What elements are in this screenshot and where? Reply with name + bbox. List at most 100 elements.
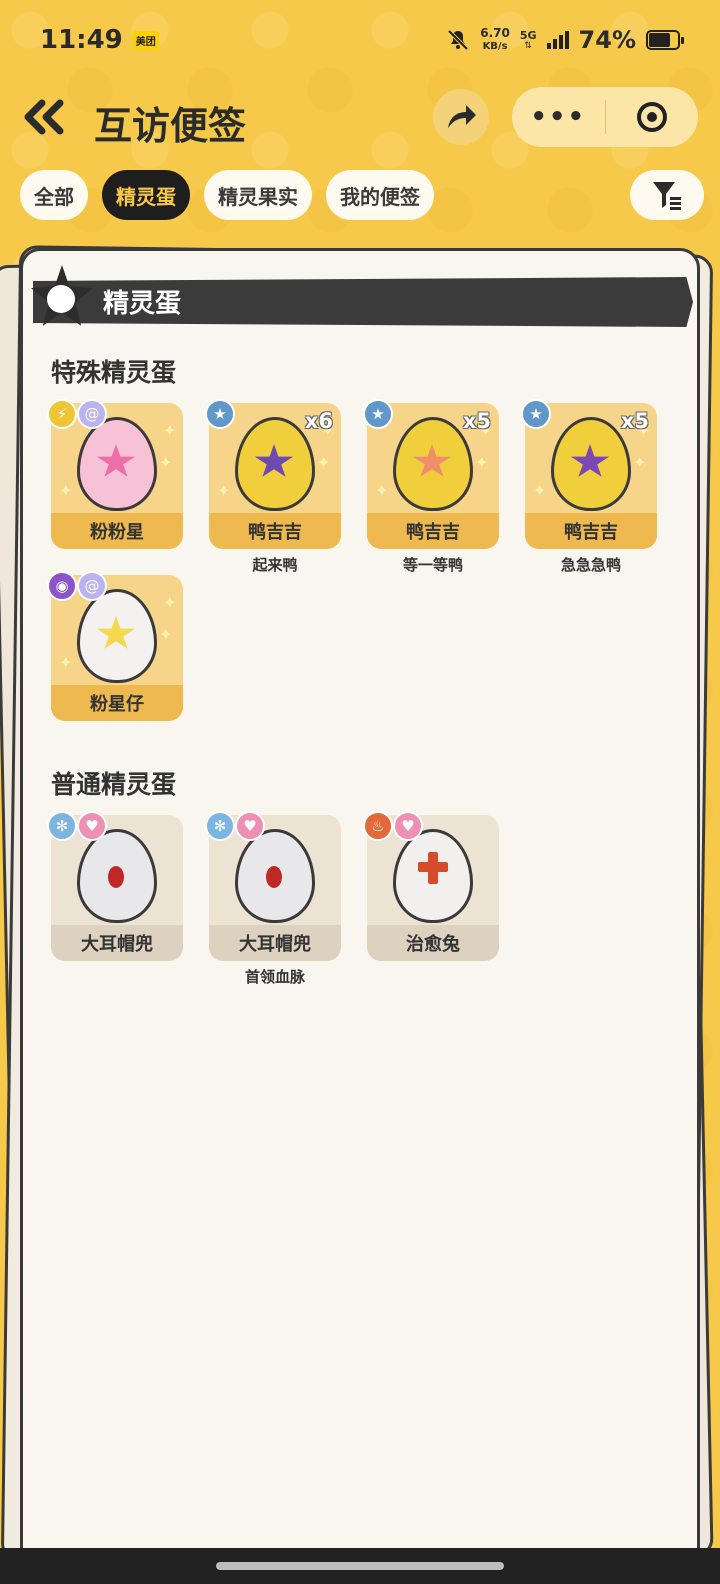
net-speed-unit: KB/s: [482, 41, 508, 52]
normal-section-title: 普通精灵蛋: [51, 770, 177, 799]
egg-pattern: [412, 444, 452, 477]
electric-icon: ⚡: [47, 399, 77, 429]
star-icon: ★: [521, 399, 551, 429]
egg-variant-name: 等一等鸭: [402, 556, 463, 574]
egg-card[interactable]: ✦ ✦ ✦ ⚡ @ 粉粉星: [47, 399, 183, 549]
egg-item[interactable]: ✻ ♥ 大耳帽兜: [47, 811, 183, 961]
banner-title: 精灵蛋: [103, 289, 182, 319]
star-badge-center: [47, 285, 75, 313]
battery-icon: [646, 30, 684, 50]
page-title: 互访便签: [94, 104, 247, 148]
egg-image: [235, 829, 315, 923]
egg-item[interactable]: ✦ ✦ ✦ ★ x6 鸭吉吉 起来鸭: [205, 399, 341, 575]
egg-card[interactable]: ♨ ♥ 治愈兔: [363, 811, 499, 961]
egg-name: 粉粉星: [51, 513, 183, 549]
double-chevron-left-icon: [24, 99, 64, 135]
special-section-title: 特殊精灵蛋: [51, 358, 177, 387]
data-arrows-icon: ⇅: [524, 41, 532, 51]
egg-pattern: [254, 444, 294, 477]
header: 互访便签 •••: [0, 85, 720, 155]
sparkle-icon: ✦: [59, 481, 73, 500]
filter-button[interactable]: [630, 170, 704, 220]
target-circle-icon: [636, 102, 667, 132]
fire-icon: ♨: [363, 811, 393, 841]
back-button[interactable]: [22, 99, 68, 142]
egg-image: [551, 417, 631, 511]
sparkle-icon: ✦: [633, 453, 647, 472]
egg-image: [393, 417, 473, 511]
network-indicator: 5G ⇅: [520, 29, 537, 51]
egg-card[interactable]: ✻ ♥ 大耳帽兜: [205, 811, 341, 961]
egg-item[interactable]: ✦ ✦ ✦ ◉ @ 粉星仔: [47, 571, 183, 721]
tab-all[interactable]: 全部: [20, 170, 88, 220]
sparkle-icon: ✦: [163, 421, 177, 440]
sparkle-icon: ✦: [159, 625, 173, 644]
sparkle-icon: ✦: [163, 593, 177, 612]
egg-pattern: [108, 866, 124, 888]
egg-card[interactable]: ✦ ✦ ✦ ★ x5 鸭吉吉: [363, 399, 499, 549]
egg-image: [77, 829, 157, 923]
egg-name: 鸭吉吉: [367, 513, 499, 549]
sparkle-icon: ✦: [59, 653, 73, 672]
egg-card[interactable]: ✻ ♥ 大耳帽兜: [47, 811, 183, 961]
sparkle-icon: ✦: [159, 453, 173, 472]
egg-name: 鸭吉吉: [209, 513, 341, 549]
egg-count: x5: [462, 409, 491, 433]
close-miniprogram-button[interactable]: [606, 102, 699, 132]
egg-card[interactable]: ✦ ✦ ✦ ★ x5 鸭吉吉: [521, 399, 657, 549]
signal-icon: [546, 31, 569, 49]
category-tabs: 全部 精灵蛋 精灵果实 我的便签: [20, 170, 434, 220]
egg-image: [77, 417, 157, 511]
filter-funnel-icon: [653, 182, 681, 210]
egg-image: [393, 829, 473, 923]
egg-count: x5: [620, 409, 649, 433]
notes-paper: 精灵蛋 特殊精灵蛋 ✦ ✦ ✦ ⚡ @ 粉粉星 ✦ ✦ ✦ ★ x6 鸭吉吉 起来鸭 ✦ ✦ ✦ ★ x5 鸭吉吉等…: [20, 248, 700, 1568]
egg-item[interactable]: ♨ ♥ 治愈兔: [363, 811, 499, 961]
ice-icon: ✻: [47, 811, 77, 841]
tab-spirit-egg[interactable]: 精灵蛋: [102, 170, 190, 220]
egg-variant-name: 起来鸭: [252, 556, 298, 574]
egg-name: 大耳帽兜: [51, 925, 183, 961]
egg-item[interactable]: ✦ ✦ ✦ ★ x5 鸭吉吉 急急急鸭: [521, 399, 657, 575]
status-time: 11:49: [40, 25, 123, 55]
home-indicator[interactable]: [216, 1562, 504, 1570]
more-button[interactable]: •••: [512, 102, 605, 132]
mute-bell-icon: [447, 29, 469, 51]
net-speed: 6.70 KB/s: [480, 27, 510, 53]
egg-pattern: [418, 862, 448, 872]
egg-card[interactable]: ✦ ✦ ✦ ◉ @ 粉星仔: [47, 571, 183, 721]
sparkle-icon: ✦: [217, 481, 231, 500]
egg-image: [235, 417, 315, 511]
egg-name: 治愈兔: [367, 925, 499, 961]
sparkle-icon: ✦: [533, 481, 547, 500]
meituan-app-badge: 美团: [132, 30, 159, 50]
egg-pattern: [96, 444, 136, 477]
egg-item[interactable]: ✦ ✦ ✦ ★ x5 鸭吉吉 等一等鸭: [363, 399, 499, 575]
egg-pattern: [570, 444, 610, 477]
egg-image: [77, 589, 157, 683]
egg-name: 鸭吉吉: [525, 513, 657, 549]
heart-icon: ♥: [235, 811, 265, 841]
egg-name: 大耳帽兜: [209, 925, 341, 961]
tab-my-notes[interactable]: 我的便签: [326, 170, 434, 220]
sparkle-icon: ✦: [475, 453, 489, 472]
heart-icon: ♥: [77, 811, 107, 841]
swirl-icon: @: [77, 571, 107, 601]
share-button[interactable]: [433, 89, 489, 145]
ice-icon: ✻: [205, 811, 235, 841]
sparkle-icon: ✦: [317, 453, 331, 472]
heart-icon: ♥: [393, 811, 423, 841]
star-icon: ★: [363, 399, 393, 429]
swirl-icon: @: [77, 399, 107, 429]
tab-spirit-fruit[interactable]: 精灵果实: [204, 170, 312, 220]
egg-pattern: [96, 616, 136, 649]
egg-card[interactable]: ✦ ✦ ✦ ★ x6 鸭吉吉: [205, 399, 341, 549]
egg-name: 粉星仔: [51, 685, 183, 721]
egg-item[interactable]: ✦ ✦ ✦ ⚡ @ 粉粉星: [47, 399, 183, 549]
mini-program-capsule: •••: [512, 87, 698, 147]
egg-item[interactable]: ✻ ♥ 大耳帽兜 首领血脉: [205, 811, 341, 987]
net-speed-value: 6.70: [480, 26, 510, 40]
sparkle-icon: ✦: [375, 481, 389, 500]
share-arrow-icon: [448, 105, 476, 128]
egg-count: x6: [304, 409, 333, 433]
